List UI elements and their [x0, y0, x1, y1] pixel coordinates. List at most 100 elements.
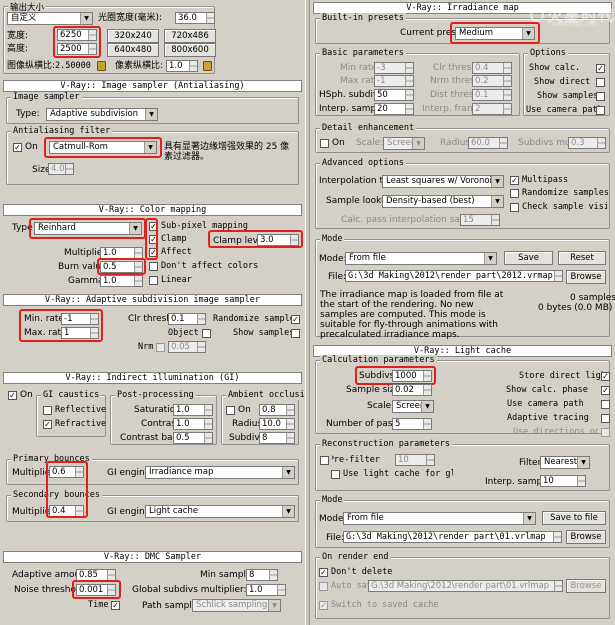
contrast-spinner[interactable]: 1.0 [173, 418, 213, 430]
lock-icon[interactable] [203, 61, 212, 71]
irr-reset-button[interactable]: Reset [558, 251, 606, 265]
time-checkbox[interactable]: ✓ [111, 601, 120, 610]
aa-size-spinner[interactable]: 4.0 [48, 163, 74, 175]
subdivs-mult-spinner[interactable]: 0.3 [568, 137, 606, 149]
res-720x486-button[interactable]: 720x486 [164, 29, 216, 43]
use-lc-glossy-checkbox[interactable] [331, 470, 340, 479]
res-640x480-button[interactable]: 640x480 [107, 43, 159, 57]
show-phase-checkbox[interactable]: ✓ [601, 386, 610, 395]
saturation-spinner[interactable]: 1.0 [173, 404, 213, 416]
lc-browse-button[interactable]: Browse [566, 530, 606, 544]
detail-radius-spinner[interactable]: 60.0 [468, 137, 508, 149]
auto-save-path-field[interactable]: G:\3d Making\2012\render part\01.vrlmap [368, 580, 563, 592]
output-preset-dropdown[interactable]: 自定义 [7, 12, 93, 25]
aa-filter-dropdown[interactable]: Catmull-Rom [49, 141, 157, 154]
calc-pass-spinner[interactable]: 15 [460, 214, 500, 226]
randomize-checkbox[interactable] [510, 189, 519, 198]
path-sampler-dropdown[interactable]: Schlick sampling [192, 599, 281, 612]
adaptive-rollout[interactable]: V-Ray:: Adaptive subdivision image sampl… [3, 294, 302, 306]
check-vis-checkbox[interactable] [510, 203, 519, 212]
image-sampler-rollout[interactable]: V-Ray:: Image sampler (Antialiasing) [3, 80, 302, 92]
lc-filter-dropdown[interactable]: Nearest [540, 456, 590, 469]
min-rate-spinner[interactable]: -3 [374, 62, 414, 74]
affect-checkbox[interactable]: ✓ [149, 248, 158, 257]
ao-radius-spinner[interactable]: 10.0 [259, 418, 295, 430]
interp-frames-spinner[interactable]: 2 [472, 103, 512, 115]
irr-mode-dropdown[interactable]: From file [345, 252, 497, 265]
dmc-rollout[interactable]: V-Ray:: DMC Sampler [3, 551, 302, 563]
cm-type-dropdown[interactable]: Reinhard [34, 222, 142, 235]
sample-size-spinner[interactable]: 0.02 [392, 384, 432, 396]
max-rate-spinner[interactable]: 1 [61, 327, 99, 339]
irr-save-button[interactable]: Save [504, 251, 553, 265]
dont-delete-checkbox[interactable]: ✓ [319, 568, 328, 577]
reflective-checkbox[interactable] [43, 406, 52, 415]
dont-affect-checkbox[interactable] [149, 262, 158, 271]
detail-scale-dropdown[interactable]: Screen [383, 137, 425, 150]
auto-save-browse-button[interactable]: Browse [566, 579, 606, 593]
max-rate-spinner[interactable]: -1 [374, 75, 414, 87]
dist-thresh-spinner[interactable]: 0.1 [472, 89, 512, 101]
randomize-checkbox[interactable]: ✓ [291, 315, 300, 324]
clr-thresh-spinner[interactable]: 0.1 [168, 313, 206, 325]
lc-scale-dropdown[interactable]: Screen [392, 400, 434, 413]
secondary-engine-dropdown[interactable]: Light cache [145, 505, 295, 518]
clamp-checkbox[interactable]: ✓ [149, 235, 158, 244]
aperture-spinner[interactable]: 36.0 [175, 12, 215, 24]
multiplier-spinner[interactable]: 1.0 [100, 247, 143, 259]
lc-mode-dropdown[interactable]: From file [343, 512, 536, 525]
prefilter-checkbox[interactable] [320, 456, 329, 465]
show-samples-checkbox[interactable] [291, 329, 300, 338]
hsph-spinner[interactable]: 50 [374, 89, 414, 101]
lc-interp-spinner[interactable]: 10 [540, 475, 586, 487]
store-direct-checkbox[interactable]: ✓ [601, 372, 610, 381]
irr-file-field[interactable]: G:\3d Making\2012\render part\2012.vrmap [345, 270, 563, 282]
contrast-base-spinner[interactable]: 0.5 [173, 432, 213, 444]
use-directions-checkbox[interactable] [601, 428, 610, 437]
ao-on-checkbox[interactable] [226, 406, 235, 415]
width-spinner[interactable]: 6250 [57, 29, 97, 41]
object-checkbox[interactable] [202, 329, 211, 338]
nrm-checkbox[interactable] [156, 343, 165, 352]
preset-dropdown[interactable]: Medium [455, 27, 535, 40]
min-rate-spinner[interactable]: -1 [61, 313, 99, 325]
primary-engine-dropdown[interactable]: Irradiance map [145, 466, 295, 479]
lc-subdivs-spinner[interactable]: 1000 [392, 370, 432, 382]
clr-thresh-spinner[interactable]: 0.4 [472, 62, 512, 74]
multipass-checkbox[interactable]: ✓ [510, 176, 519, 185]
ao-amount-spinner[interactable]: 0.8 [259, 404, 295, 416]
use-camera-checkbox[interactable] [596, 106, 605, 115]
refractive-checkbox[interactable]: ✓ [43, 420, 52, 429]
interp-type-dropdown[interactable]: Least squares w/ Voronoi weig [382, 175, 504, 188]
subpixel-checkbox[interactable]: ✓ [149, 222, 158, 231]
color-mapping-rollout[interactable]: V-Ray:: Color mapping [3, 204, 302, 216]
clamp-level-spinner[interactable]: 3.0 [257, 234, 299, 246]
ao-subdivs-spinner[interactable]: 8 [259, 432, 295, 444]
res-320x240-button[interactable]: 320x240 [107, 29, 159, 43]
save-to-file-button[interactable]: Save to file [542, 511, 606, 525]
switch-saved-checkbox[interactable]: ✓ [319, 601, 328, 610]
prefilter-spinner[interactable]: 10 [395, 454, 435, 466]
gamma-spinner[interactable]: 1.0 [100, 275, 143, 287]
detail-on-checkbox[interactable] [320, 139, 329, 148]
gi-rollout[interactable]: V-Ray:: Indirect illumination (GI) [3, 372, 302, 384]
min-samples-spinner[interactable]: 8 [246, 569, 278, 581]
nrm-thresh-spinner[interactable]: 0.2 [472, 75, 512, 87]
auto-save-checkbox[interactable] [319, 582, 328, 591]
burn-spinner[interactable]: 0.5 [100, 261, 143, 273]
lc-file-field[interactable]: G:\3d Making\2012\render part\01.vrlmap [343, 531, 562, 543]
adaptive-amount-spinner[interactable]: 0.85 [76, 569, 116, 581]
passes-spinner[interactable]: 5 [392, 418, 432, 430]
adaptive-tracing-checkbox[interactable] [601, 414, 610, 423]
nrm-spinner[interactable]: 0.05 [168, 341, 206, 353]
aa-on-checkbox[interactable]: ✓ [13, 143, 22, 152]
height-spinner[interactable]: 2500 [57, 43, 97, 55]
show-calc-checkbox[interactable]: ✓ [596, 64, 605, 73]
res-800x600-button[interactable]: 800x600 [164, 43, 216, 57]
linear-checkbox[interactable] [149, 276, 158, 285]
lc-use-camera-checkbox[interactable] [601, 400, 610, 409]
px-aspect-spinner[interactable]: 1.0 [166, 60, 198, 72]
secondary-mult-spinner[interactable]: 0.4 [49, 505, 84, 517]
sampler-type-dropdown[interactable]: Adaptive subdivision [46, 108, 158, 121]
lookup-dropdown[interactable]: Density-based (best) [382, 195, 504, 208]
